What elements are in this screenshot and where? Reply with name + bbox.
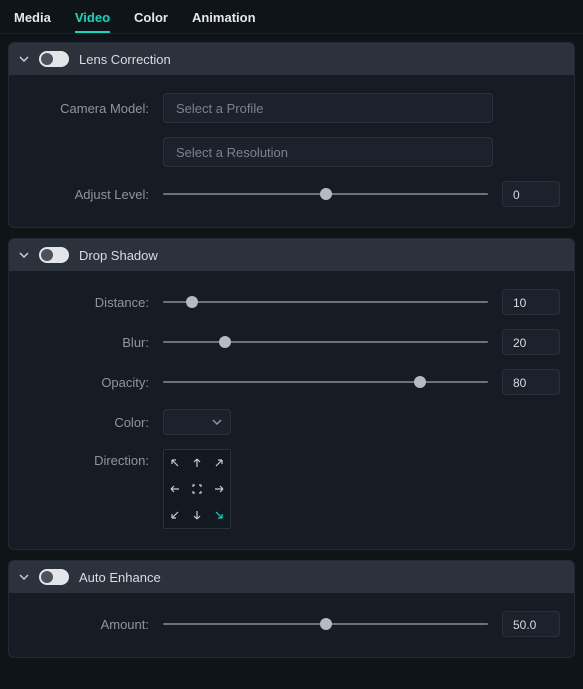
direction-e[interactable] xyxy=(208,476,230,502)
amount-value[interactable]: 50.0 xyxy=(502,611,560,637)
adjust-level-slider[interactable] xyxy=(163,187,488,201)
direction-label: Direction: xyxy=(23,449,163,468)
chevron-down-icon xyxy=(19,250,29,260)
direction-nw[interactable] xyxy=(164,450,186,476)
panel-title: Drop Shadow xyxy=(79,248,158,263)
blur-slider[interactable] xyxy=(163,335,488,349)
color-label: Color: xyxy=(23,415,163,430)
panel-auto-enhance: Auto Enhance Amount: 50.0 xyxy=(8,560,575,658)
panel-header-enhance[interactable]: Auto Enhance xyxy=(9,561,574,593)
distance-value[interactable]: 10 xyxy=(502,289,560,315)
toggle-drop-shadow[interactable] xyxy=(39,247,69,263)
panel-header-lens[interactable]: Lens Correction xyxy=(9,43,574,75)
direction-s[interactable] xyxy=(186,502,208,528)
tab-bar: Media Video Color Animation xyxy=(0,0,583,34)
camera-model-label: Camera Model: xyxy=(23,101,163,116)
adjust-level-label: Adjust Level: xyxy=(23,187,163,202)
toggle-lens-correction[interactable] xyxy=(39,51,69,67)
direction-sw[interactable] xyxy=(164,502,186,528)
chevron-down-icon xyxy=(212,417,222,427)
panel-title: Lens Correction xyxy=(79,52,171,67)
shadow-color-picker[interactable] xyxy=(163,409,231,435)
tab-video[interactable]: Video xyxy=(75,10,110,33)
distance-slider[interactable] xyxy=(163,295,488,309)
tab-color[interactable]: Color xyxy=(134,10,168,33)
opacity-value[interactable]: 80 xyxy=(502,369,560,395)
camera-profile-select[interactable]: Select a Profile xyxy=(163,93,493,123)
chevron-down-icon xyxy=(19,54,29,64)
panel-lens-correction: Lens Correction Camera Model: Select a P… xyxy=(8,42,575,228)
direction-picker xyxy=(163,449,231,529)
tab-animation[interactable]: Animation xyxy=(192,10,256,33)
panel-title: Auto Enhance xyxy=(79,570,161,585)
distance-label: Distance: xyxy=(23,295,163,310)
amount-slider[interactable] xyxy=(163,617,488,631)
chevron-down-icon xyxy=(19,572,29,582)
direction-se[interactable] xyxy=(208,502,230,528)
adjust-level-value[interactable]: 0 xyxy=(502,181,560,207)
direction-center[interactable] xyxy=(186,476,208,502)
toggle-auto-enhance[interactable] xyxy=(39,569,69,585)
slider-thumb[interactable] xyxy=(414,376,426,388)
slider-thumb[interactable] xyxy=(320,618,332,630)
blur-label: Blur: xyxy=(23,335,163,350)
opacity-slider[interactable] xyxy=(163,375,488,389)
amount-label: Amount: xyxy=(23,617,163,632)
opacity-label: Opacity: xyxy=(23,375,163,390)
panel-drop-shadow: Drop Shadow Distance: 10 Blur: 20 Opacit… xyxy=(8,238,575,550)
direction-ne[interactable] xyxy=(208,450,230,476)
camera-resolution-select[interactable]: Select a Resolution xyxy=(163,137,493,167)
slider-thumb[interactable] xyxy=(186,296,198,308)
direction-n[interactable] xyxy=(186,450,208,476)
slider-thumb[interactable] xyxy=(219,336,231,348)
slider-thumb[interactable] xyxy=(320,188,332,200)
direction-w[interactable] xyxy=(164,476,186,502)
panel-header-shadow[interactable]: Drop Shadow xyxy=(9,239,574,271)
tab-media[interactable]: Media xyxy=(14,10,51,33)
blur-value[interactable]: 20 xyxy=(502,329,560,355)
